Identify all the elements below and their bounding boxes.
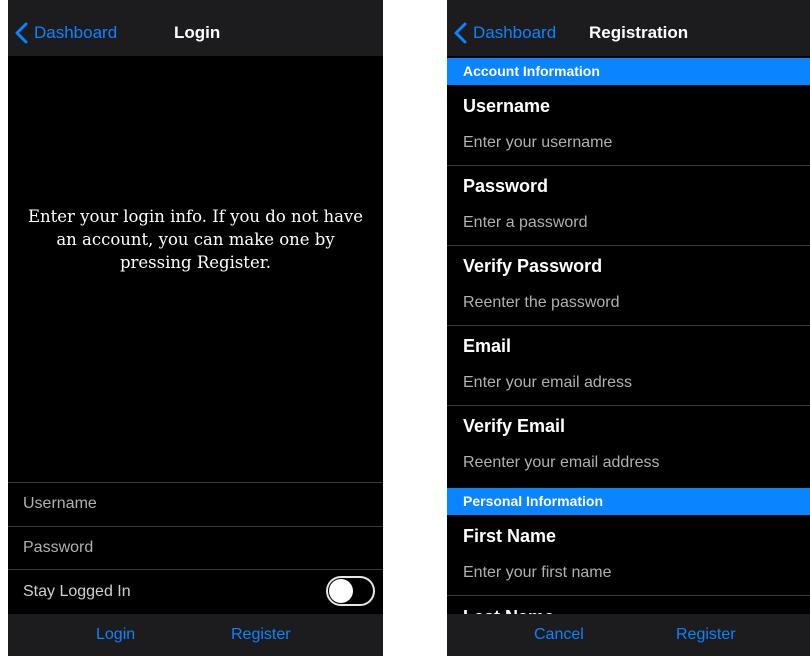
field-label: First Name: [463, 526, 557, 546]
reg-verify-email-input[interactable]: [447, 446, 810, 480]
field-label: Verify Email: [463, 416, 566, 436]
field-username: Username: [447, 86, 810, 166]
status-bar: [8, 0, 383, 10]
status-bar: [447, 0, 810, 10]
login-back-button[interactable]: Dashboard: [12, 10, 117, 56]
registration-page-title: Registration: [589, 23, 689, 42]
password-input[interactable]: [8, 526, 383, 569]
login-toolbar: Login Register: [8, 614, 383, 656]
reg-email-input[interactable]: [447, 366, 810, 400]
registration-back-button[interactable]: Dashboard: [451, 10, 556, 56]
section-header-account: Account Information: [447, 58, 810, 85]
login-nav-bar: Dashboard Login: [8, 10, 383, 56]
registration-screen: Dashboard Registration Account Informati…: [447, 0, 810, 656]
field-email: Email: [447, 326, 810, 406]
reg-password-input[interactable]: [447, 206, 810, 240]
chevron-left-icon: [454, 22, 467, 44]
registration-toolbar: Cancel Register: [447, 614, 810, 656]
login-instructions: Enter your login info. If you do not hav…: [27, 207, 363, 272]
registration-back-label: Dashboard: [473, 23, 557, 42]
field-verify-password: Verify Password: [447, 246, 810, 326]
stay-logged-in-toggle[interactable]: [326, 576, 375, 606]
field-first-name: First Name: [447, 516, 810, 596]
field-password: Password: [447, 166, 810, 246]
login-back-label: Dashboard: [34, 23, 118, 42]
field-verify-email: Verify Email: [447, 406, 810, 488]
reg-first-name-input[interactable]: [447, 556, 810, 590]
register-button[interactable]: Register: [231, 614, 291, 656]
field-label: Email: [463, 336, 512, 356]
username-row: [8, 482, 383, 526]
registration-nav-bar: Dashboard Registration: [447, 10, 810, 56]
password-row: [8, 525, 383, 569]
chevron-left-icon: [15, 22, 28, 44]
reg-verify-password-input[interactable]: [447, 286, 810, 320]
submit-registration-button[interactable]: Register: [676, 614, 736, 656]
login-form: Stay Logged In: [8, 482, 383, 613]
field-label: Username: [463, 96, 551, 116]
cancel-button[interactable]: Cancel: [534, 614, 584, 656]
login-screen: Dashboard Login Enter your login info. I…: [8, 0, 383, 656]
toggle-knob: [329, 579, 353, 603]
field-label: Password: [463, 176, 549, 196]
field-label: Verify Password: [463, 256, 603, 276]
username-input[interactable]: [8, 483, 383, 526]
login-page-title: Login: [174, 23, 221, 42]
reg-username-input[interactable]: [447, 126, 810, 160]
stay-logged-in-row: Stay Logged In: [8, 569, 383, 613]
section-header-personal: Personal Information: [447, 488, 810, 515]
stay-logged-in-label: Stay Logged In: [23, 583, 131, 600]
login-button[interactable]: Login: [96, 614, 135, 656]
